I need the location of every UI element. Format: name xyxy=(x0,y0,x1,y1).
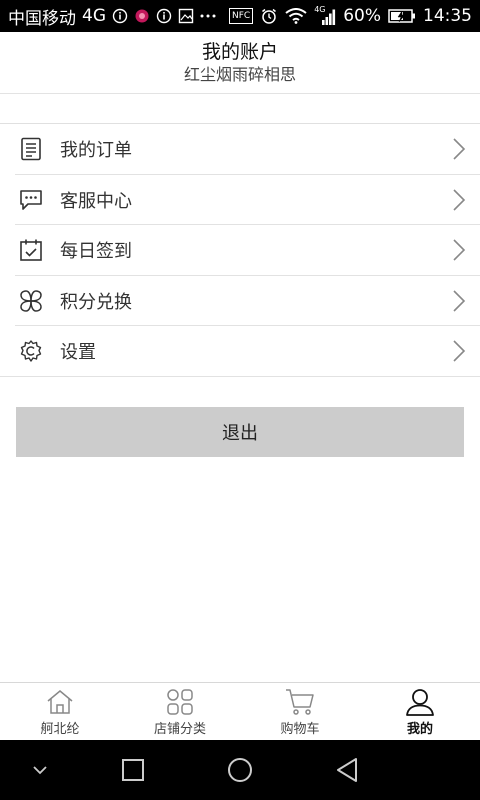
chevron-right-icon xyxy=(453,290,466,312)
app-notification-icon xyxy=(134,8,150,24)
menu-item-orders[interactable]: 我的订单 xyxy=(0,124,480,175)
calendar-check-icon xyxy=(18,237,44,263)
menu-item-label: 设置 xyxy=(60,342,96,364)
battery-charging-icon xyxy=(388,8,416,24)
tab-label: 店铺分类 xyxy=(153,722,206,737)
shopping-cart-icon xyxy=(285,688,315,716)
nav-back-button[interactable] xyxy=(334,756,360,784)
page-title: 我的账户 xyxy=(201,41,278,63)
menu-item-daily-checkin[interactable]: 每日签到 xyxy=(0,225,480,276)
tab-label: 购物车 xyxy=(280,722,320,737)
menu-item-customer-service[interactable]: 客服中心 xyxy=(0,175,480,226)
account-menu-list: 我的订单 客服中心 每日签到 积分兑换 设置 xyxy=(0,124,480,377)
nav-collapse-button[interactable] xyxy=(30,760,50,780)
menu-item-label: 积分兑换 xyxy=(60,291,132,313)
status-left: 中国移动 4G xyxy=(8,4,216,29)
circle-icon xyxy=(228,758,252,782)
menu-item-label: 客服中心 xyxy=(60,190,132,212)
more-dots-icon xyxy=(200,13,216,19)
clock-time: 14:35 xyxy=(423,6,472,26)
chevron-right-icon xyxy=(453,138,466,160)
tab-my-account[interactable]: 我的 xyxy=(360,683,480,740)
category-grid-icon xyxy=(165,688,195,716)
tab-label: 舸北纶 xyxy=(40,722,80,737)
nfc-label: NFC xyxy=(232,11,251,21)
chevron-right-icon xyxy=(453,340,466,362)
menu-item-points-exchange[interactable]: 积分兑换 xyxy=(0,276,480,327)
status-bar: 中国移动 4G NFC 4G 60% 14:35 xyxy=(0,0,480,32)
network-type: 4G xyxy=(82,6,106,26)
points-flower-icon xyxy=(18,288,44,314)
system-nav-bar xyxy=(0,740,480,800)
menu-item-label: 我的订单 xyxy=(60,140,132,162)
username-label: 红尘烟雨碎相思 xyxy=(183,65,296,84)
alarm-icon xyxy=(260,7,278,25)
status-right: NFC 4G 60% 14:35 xyxy=(229,5,472,26)
chevron-right-icon xyxy=(453,189,466,211)
menu-item-label: 每日签到 xyxy=(60,241,132,263)
chat-bubble-icon xyxy=(18,187,44,213)
logout-button[interactable]: 退出 xyxy=(16,407,464,457)
square-icon xyxy=(122,759,144,781)
nav-home-button[interactable] xyxy=(225,756,255,784)
chevron-right-icon xyxy=(453,239,466,261)
nfc-icon: NFC xyxy=(229,8,254,24)
cell-signal-icon: 4G xyxy=(314,5,336,26)
home-icon xyxy=(45,688,75,716)
tab-home[interactable]: 舸北纶 xyxy=(0,683,120,740)
carrier-name: 中国移动 xyxy=(8,8,76,29)
menu-item-settings[interactable]: 设置 xyxy=(0,326,480,377)
info-icon-2 xyxy=(156,8,172,24)
wifi-icon xyxy=(285,8,307,24)
tab-shop-categories[interactable]: 店铺分类 xyxy=(120,683,240,740)
order-list-icon xyxy=(18,136,44,162)
tab-shopping-cart[interactable]: 购物车 xyxy=(240,683,360,740)
bottom-tab-bar: 舸北纶 店铺分类 购物车 我的 xyxy=(0,682,480,740)
section-gap xyxy=(0,94,480,124)
settings-gear-icon xyxy=(18,338,44,364)
chevron-down-icon xyxy=(33,766,47,775)
nav-recents-button[interactable] xyxy=(120,757,146,783)
info-icon xyxy=(112,8,128,24)
back-triangle-icon xyxy=(337,758,357,782)
battery-percent: 60% xyxy=(343,6,381,26)
tab-label: 我的 xyxy=(406,722,433,737)
image-icon xyxy=(178,8,194,24)
user-profile-icon xyxy=(405,688,435,716)
page-header: 我的账户 红尘烟雨碎相思 xyxy=(0,32,480,94)
